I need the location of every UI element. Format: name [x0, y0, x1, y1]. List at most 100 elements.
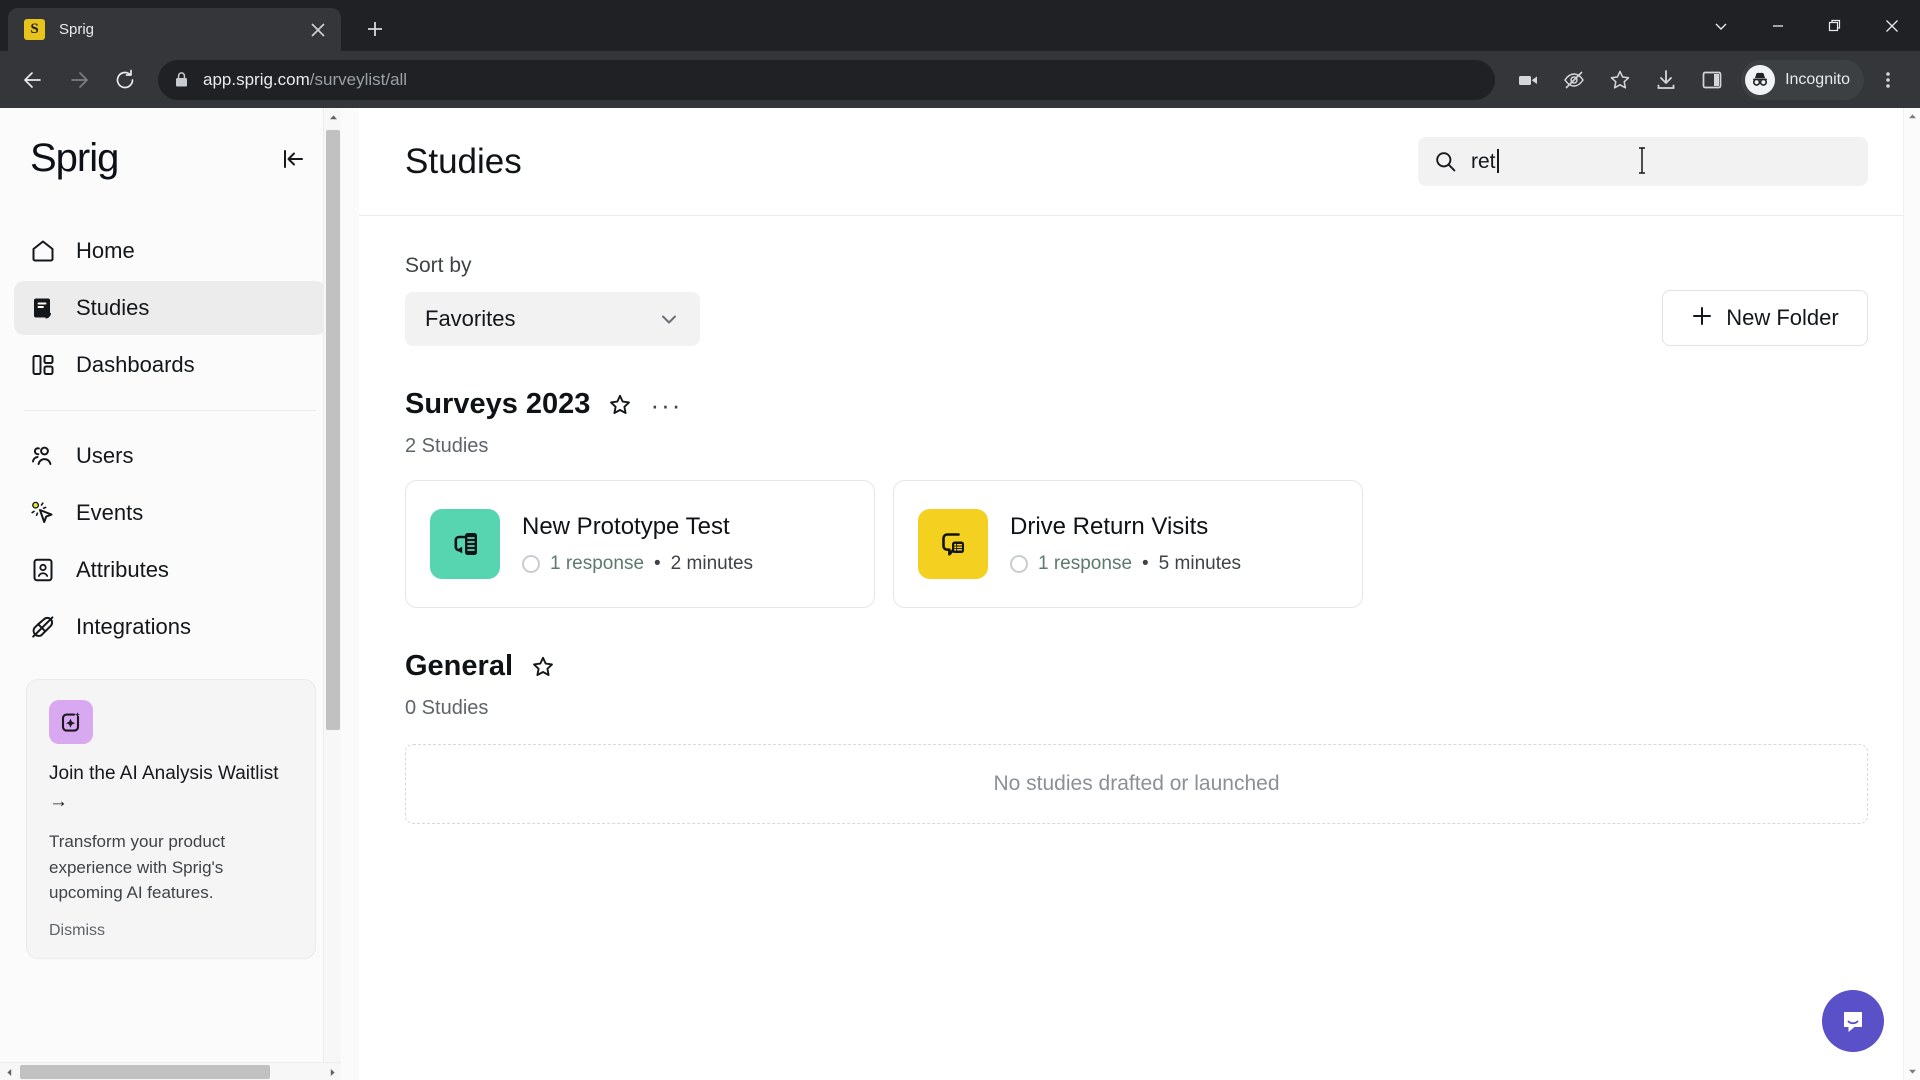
study-responses: 1 response: [550, 553, 645, 574]
studies-icon: [30, 295, 62, 321]
sidebar-item-label: Events: [76, 500, 144, 525]
study-duration: 2 minutes: [670, 553, 754, 574]
study-card[interactable]: New Prototype Test 1 response • 2 minute…: [405, 480, 875, 608]
sort-select[interactable]: Favorites: [405, 292, 700, 346]
lock-icon: [174, 71, 189, 88]
scroll-right-icon[interactable]: [323, 1063, 341, 1080]
search-icon: [1434, 150, 1457, 173]
sidebar-item-label: Integrations: [76, 614, 191, 639]
folder-header: Surveys 2023 ···: [405, 388, 1868, 421]
main-content: Studies ret Sort by Favorites New Folder…: [359, 108, 1920, 1080]
promo-body: Transform your product experience with S…: [49, 832, 226, 903]
video-camera-icon[interactable]: [1508, 60, 1548, 100]
folder-header: General: [405, 650, 1868, 683]
kebab-menu-icon[interactable]: [1868, 60, 1908, 100]
eye-slash-icon[interactable]: [1554, 60, 1594, 100]
browser-window: S Sprig app.sprig.com/surveylist/all Inc…: [0, 0, 1920, 1080]
profile-label: Incognito: [1785, 70, 1850, 88]
meta-separator: •: [654, 553, 661, 574]
tab-search-chevron-icon[interactable]: [1692, 0, 1749, 51]
new-folder-button[interactable]: New Folder: [1662, 290, 1868, 346]
collapse-sidebar-icon[interactable]: [280, 146, 306, 172]
main-vertical-scrollbar[interactable]: [1903, 108, 1920, 1080]
status-ring-icon: [522, 555, 540, 573]
sidebar-item-home[interactable]: Home: [14, 224, 326, 278]
scroll-up-icon[interactable]: [1904, 108, 1920, 125]
star-outline-icon[interactable]: [608, 393, 632, 417]
users-icon: [30, 443, 62, 469]
url-text: app.sprig.com/surveylist/all: [203, 70, 407, 90]
study-info: New Prototype Test 1 response • 2 minute…: [522, 513, 753, 575]
search-value: ret: [1471, 149, 1499, 174]
address-bar[interactable]: app.sprig.com/surveylist/all: [158, 59, 1496, 100]
scroll-left-icon[interactable]: [0, 1063, 18, 1080]
sidebar-item-users[interactable]: Users: [14, 429, 326, 483]
side-panel-icon[interactable]: [1692, 60, 1732, 100]
sidebar-horizontal-scrollbar[interactable]: [0, 1062, 341, 1080]
promo-dismiss-link[interactable]: Dismiss: [49, 922, 293, 940]
studies-list: Sort by Favorites New Folder Surveys 202…: [359, 216, 1920, 1080]
plus-icon: [1691, 305, 1713, 332]
text-caret: [1496, 149, 1499, 173]
maximize-icon[interactable]: [1806, 0, 1863, 51]
sidebar-item-label: Users: [76, 443, 134, 468]
chevron-down-icon: [658, 308, 680, 330]
sidebar-item-dashboards[interactable]: Dashboards: [14, 338, 326, 392]
sidebar-nav: Home Studies Dashboards Users Events Att…: [0, 221, 340, 657]
empty-state-text: No studies drafted or launched: [993, 772, 1280, 795]
arrow-right-icon: [58, 59, 100, 101]
sidebar-vertical-scrollbar[interactable]: [323, 108, 341, 1080]
sidebar-content: Sprig Home Studies Dashboards Users Even…: [0, 108, 341, 1080]
ellipsis-icon[interactable]: ···: [650, 392, 682, 418]
ai-sparkle-icon: [49, 700, 93, 744]
study-card-list: New Prototype Test 1 response • 2 minute…: [405, 480, 1868, 608]
sidebar-header: Sprig: [0, 108, 340, 181]
sidebar-item-attributes[interactable]: Attributes: [14, 543, 326, 597]
profile-chip[interactable]: Incognito: [1741, 59, 1864, 100]
sidebar: Sprig Home Studies Dashboards Users Even…: [0, 108, 359, 1080]
star-outline-icon[interactable]: [531, 655, 555, 679]
folder-study-count: 2 Studies: [405, 435, 489, 457]
browser-tab[interactable]: S Sprig: [8, 8, 341, 51]
study-duration: 5 minutes: [1158, 553, 1242, 574]
scroll-down-icon[interactable]: [1904, 1063, 1920, 1080]
dashboards-icon: [30, 352, 62, 378]
sidebar-item-label: Attributes: [76, 557, 169, 582]
survey-study-icon: [918, 509, 988, 579]
promo-title: Join the AI Analysis Waitlist →: [49, 763, 279, 812]
search-input[interactable]: ret: [1418, 137, 1868, 186]
sidebar-item-label: Dashboards: [76, 352, 195, 377]
sort-label: Sort by: [405, 254, 472, 277]
sidebar-hscroll-thumb[interactable]: [20, 1065, 270, 1079]
close-icon[interactable]: [305, 17, 331, 43]
arrow-left-icon[interactable]: [12, 59, 54, 101]
study-meta: 1 response • 2 minutes: [522, 553, 753, 575]
sidebar-item-label: Home: [76, 238, 135, 263]
scroll-up-icon[interactable]: [324, 108, 342, 126]
sidebar-scroll-thumb[interactable]: [326, 130, 340, 730]
incognito-icon: [1745, 64, 1776, 95]
intercom-chat-icon[interactable]: [1822, 990, 1884, 1052]
folder-name: Surveys 2023: [405, 388, 591, 420]
download-icon[interactable]: [1646, 60, 1686, 100]
new-tab-button[interactable]: [357, 11, 393, 47]
events-cursor-icon: [30, 500, 62, 526]
sidebar-item-studies[interactable]: Studies: [14, 281, 326, 335]
study-card[interactable]: Drive Return Visits 1 response • 5 minut…: [893, 480, 1363, 608]
mouse-ibeam-cursor: [1637, 147, 1647, 174]
ai-waitlist-promo-card[interactable]: Join the AI Analysis Waitlist → Transfor…: [26, 679, 316, 959]
window-controls: [1692, 0, 1920, 51]
sidebar-item-label: Studies: [76, 295, 150, 320]
url-path: /surveylist/all: [309, 69, 408, 89]
tab-strip: S Sprig: [0, 0, 1920, 51]
prototype-study-icon: [430, 509, 500, 579]
sidebar-item-integrations[interactable]: Integrations: [14, 600, 326, 654]
reload-icon[interactable]: [104, 59, 146, 101]
list-controls: Sort by Favorites New Folder: [405, 254, 1868, 346]
sidebar-item-events[interactable]: Events: [14, 486, 326, 540]
sprig-logo: Sprig: [30, 136, 119, 180]
star-icon[interactable]: [1600, 60, 1640, 100]
meta-separator: •: [1142, 553, 1149, 574]
close-window-icon[interactable]: [1863, 0, 1920, 51]
minimize-icon[interactable]: [1749, 0, 1806, 51]
